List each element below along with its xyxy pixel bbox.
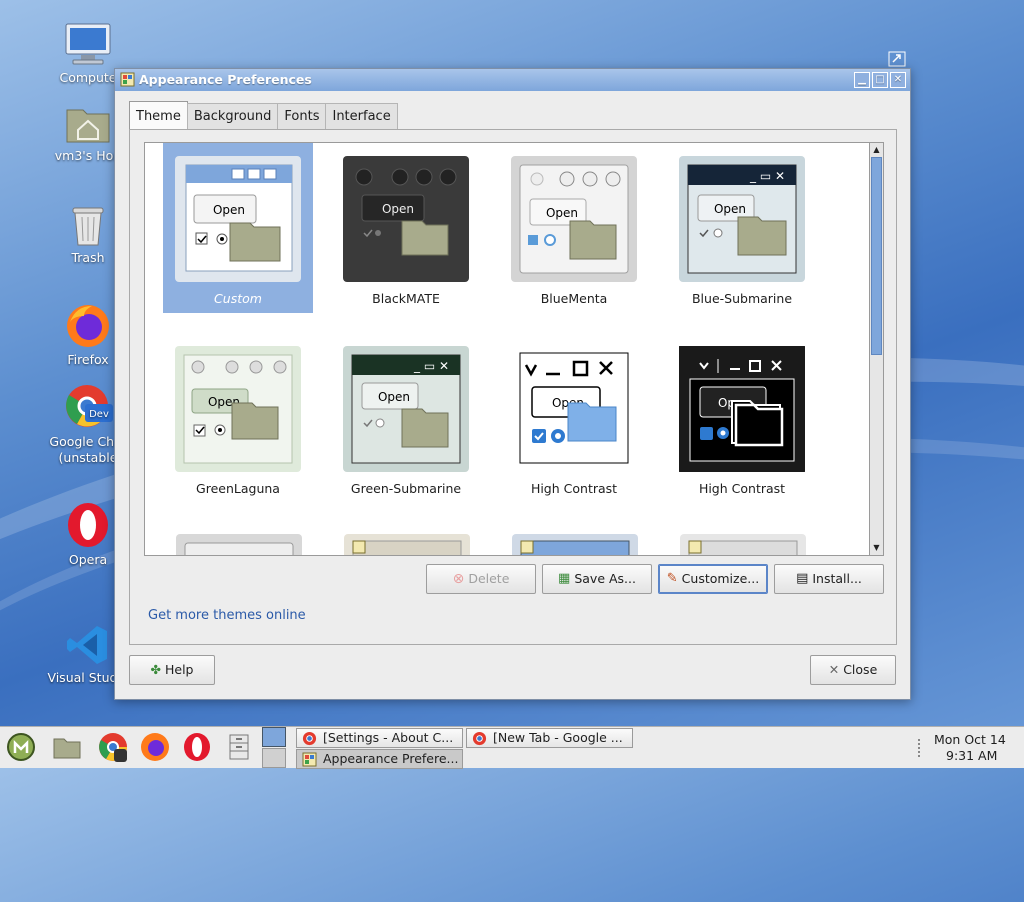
close-icon: ✕	[828, 662, 840, 677]
scrollbar-thumb[interactable]	[871, 157, 882, 355]
theme-name: BlackMATE	[372, 291, 440, 306]
dialog-title: Appearance Preferences	[139, 72, 312, 87]
chrome-task-icon	[472, 731, 487, 746]
clock-date: Mon Oct 14	[934, 732, 1006, 747]
dialog-titlebar[interactable]: Appearance Preferences ▁ □ ✕	[115, 69, 910, 91]
close-icon: ✕	[893, 74, 903, 85]
theme-item-green-submarine[interactable]: _ ▭ ✕ Open Green-Submarine	[331, 333, 481, 503]
theme-preview-high-contrast-inverse: Open	[679, 346, 805, 472]
clock[interactable]: Mon Oct 14 9:31 AM	[934, 732, 1006, 764]
theme-action-buttons: ⊗ Delete ▦ Save As... ✎ Customize... ▤ I…	[426, 564, 884, 594]
theme-tab-panel: Open Custom Open BlackMATE Open BlueMent…	[129, 129, 897, 645]
close-button[interactable]: ✕ Close	[810, 655, 896, 685]
scroll-up-arrow-icon[interactable]: ▲	[870, 143, 883, 157]
tab-bar: Theme Background Fonts Interface	[129, 101, 398, 129]
theme-preview-greenlaguna: Open	[175, 346, 301, 472]
theme-name: Blue-Submarine	[691, 291, 793, 306]
save-as-button[interactable]: ▦ Save As...	[542, 564, 652, 594]
theme-item-bluementa[interactable]: Open BlueMenta	[499, 143, 649, 313]
firefox-icon	[67, 305, 109, 347]
maximize-icon: □	[875, 74, 885, 85]
theme-name: GreenLaguna	[196, 481, 280, 496]
workspace-1[interactable]	[262, 727, 286, 747]
resize-corner-icon	[888, 51, 906, 67]
theme-name: Custom	[214, 291, 262, 306]
theme-preview-bluementa: Open	[511, 156, 637, 282]
task-new-tab[interactable]: [New Tab - Google ...	[466, 728, 633, 748]
theme-name: BlueMenta	[540, 291, 608, 306]
svg-text:_ ▭ ✕: _ ▭ ✕	[413, 359, 449, 373]
delete-button[interactable]: ⊗ Delete	[426, 564, 536, 594]
task-appearance-preferences[interactable]: Appearance Prefere...	[296, 749, 463, 769]
firefox-taskbar-icon[interactable]	[139, 731, 171, 763]
theme-preview-green-submarine: _ ▭ ✕ Open	[343, 346, 469, 472]
theme-list[interactable]: Open Custom Open BlackMATE Open BlueMent…	[144, 142, 870, 556]
help-icon: ✤	[150, 662, 161, 677]
theme-name: High Contrast	[698, 481, 786, 496]
theme-list-scrollbar[interactable]: ▲ ▼	[870, 142, 884, 556]
svg-text:Open: Open	[378, 390, 410, 404]
appearance-preferences-dialog: Appearance Preferences ▁ □ ✕ Theme Backg…	[114, 68, 911, 700]
maximize-button[interactable]: □	[872, 72, 888, 88]
menu-launcher-icon[interactable]	[5, 731, 37, 763]
theme-preview-partial	[176, 534, 302, 555]
tab-background[interactable]: Background	[186, 103, 279, 129]
chrome-dev-taskbar-icon[interactable]	[97, 731, 129, 763]
theme-preview-partial	[512, 534, 638, 555]
opera-taskbar-icon[interactable]	[181, 731, 213, 763]
workspace-switcher[interactable]	[262, 727, 286, 769]
workspace-2[interactable]	[262, 748, 286, 768]
svg-text:Open: Open	[714, 202, 746, 216]
svg-text:Open: Open	[382, 202, 414, 216]
install-icon: ▤	[796, 571, 809, 586]
save-icon: ▦	[558, 571, 571, 586]
theme-preview-high-contrast: Open	[519, 352, 629, 464]
get-more-themes-link[interactable]: Get more themes online	[148, 608, 306, 623]
taskbar: [Settings - About C... [New Tab - Google…	[0, 726, 1024, 769]
cabinet-taskbar-icon[interactable]	[223, 731, 255, 763]
theme-item-blue-submarine[interactable]: _ ▭ ✕ Open Blue-Submarine	[667, 143, 817, 313]
clock-time: 9:31 AM	[946, 748, 998, 763]
scroll-down-arrow-icon[interactable]: ▼	[870, 541, 883, 555]
theme-item-high-contrast[interactable]: Open High Contrast	[499, 333, 649, 503]
svg-text:Dev: Dev	[89, 409, 109, 420]
vscode-icon	[67, 626, 107, 664]
theme-preview-blackmate: Open	[343, 156, 469, 282]
customize-button[interactable]: ✎ Customize...	[658, 564, 768, 594]
theme-preview-blue-submarine: _ ▭ ✕ Open	[679, 156, 805, 282]
svg-text:Open: Open	[546, 206, 578, 220]
theme-preview-partial	[344, 534, 470, 555]
install-button[interactable]: ▤ Install...	[774, 564, 884, 594]
minimize-button[interactable]: ▁	[854, 72, 870, 88]
svg-text:Open: Open	[213, 203, 245, 217]
appearance-task-icon	[302, 752, 317, 767]
opera-icon	[68, 503, 108, 547]
close-window-button[interactable]: ✕	[890, 72, 906, 88]
theme-preview-custom: Open	[175, 156, 301, 282]
theme-item-custom[interactable]: Open Custom	[163, 143, 313, 313]
help-button[interactable]: ✤ Help	[129, 655, 215, 685]
theme-item-greenlaguna[interactable]: Open GreenLaguna	[163, 333, 313, 503]
home-folder-icon	[66, 109, 110, 143]
appearance-app-icon	[120, 72, 135, 87]
theme-preview-partial	[680, 534, 806, 555]
trash-icon	[72, 207, 104, 246]
tab-theme[interactable]: Theme	[129, 101, 188, 129]
tray-handle	[918, 739, 922, 757]
theme-item-high-contrast-inverse[interactable]: Open High Contrast	[667, 333, 817, 503]
theme-item-blackmate[interactable]: Open BlackMATE	[331, 143, 481, 313]
tab-interface[interactable]: Interface	[325, 103, 398, 129]
minimize-icon: ▁	[858, 74, 866, 85]
delete-icon: ⊗	[452, 571, 465, 587]
chrome-dev-icon: Dev	[66, 385, 113, 427]
theme-name: Green-Submarine	[350, 481, 462, 496]
task-settings[interactable]: [Settings - About C...	[296, 728, 463, 748]
tab-fonts[interactable]: Fonts	[277, 103, 327, 129]
computer-icon	[65, 23, 111, 65]
theme-name: High Contrast	[530, 481, 618, 496]
file-manager-icon[interactable]	[51, 731, 83, 763]
edit-icon: ✎	[666, 571, 678, 586]
svg-text:_ ▭ ✕: _ ▭ ✕	[749, 169, 785, 183]
chrome-task-icon	[302, 731, 317, 746]
